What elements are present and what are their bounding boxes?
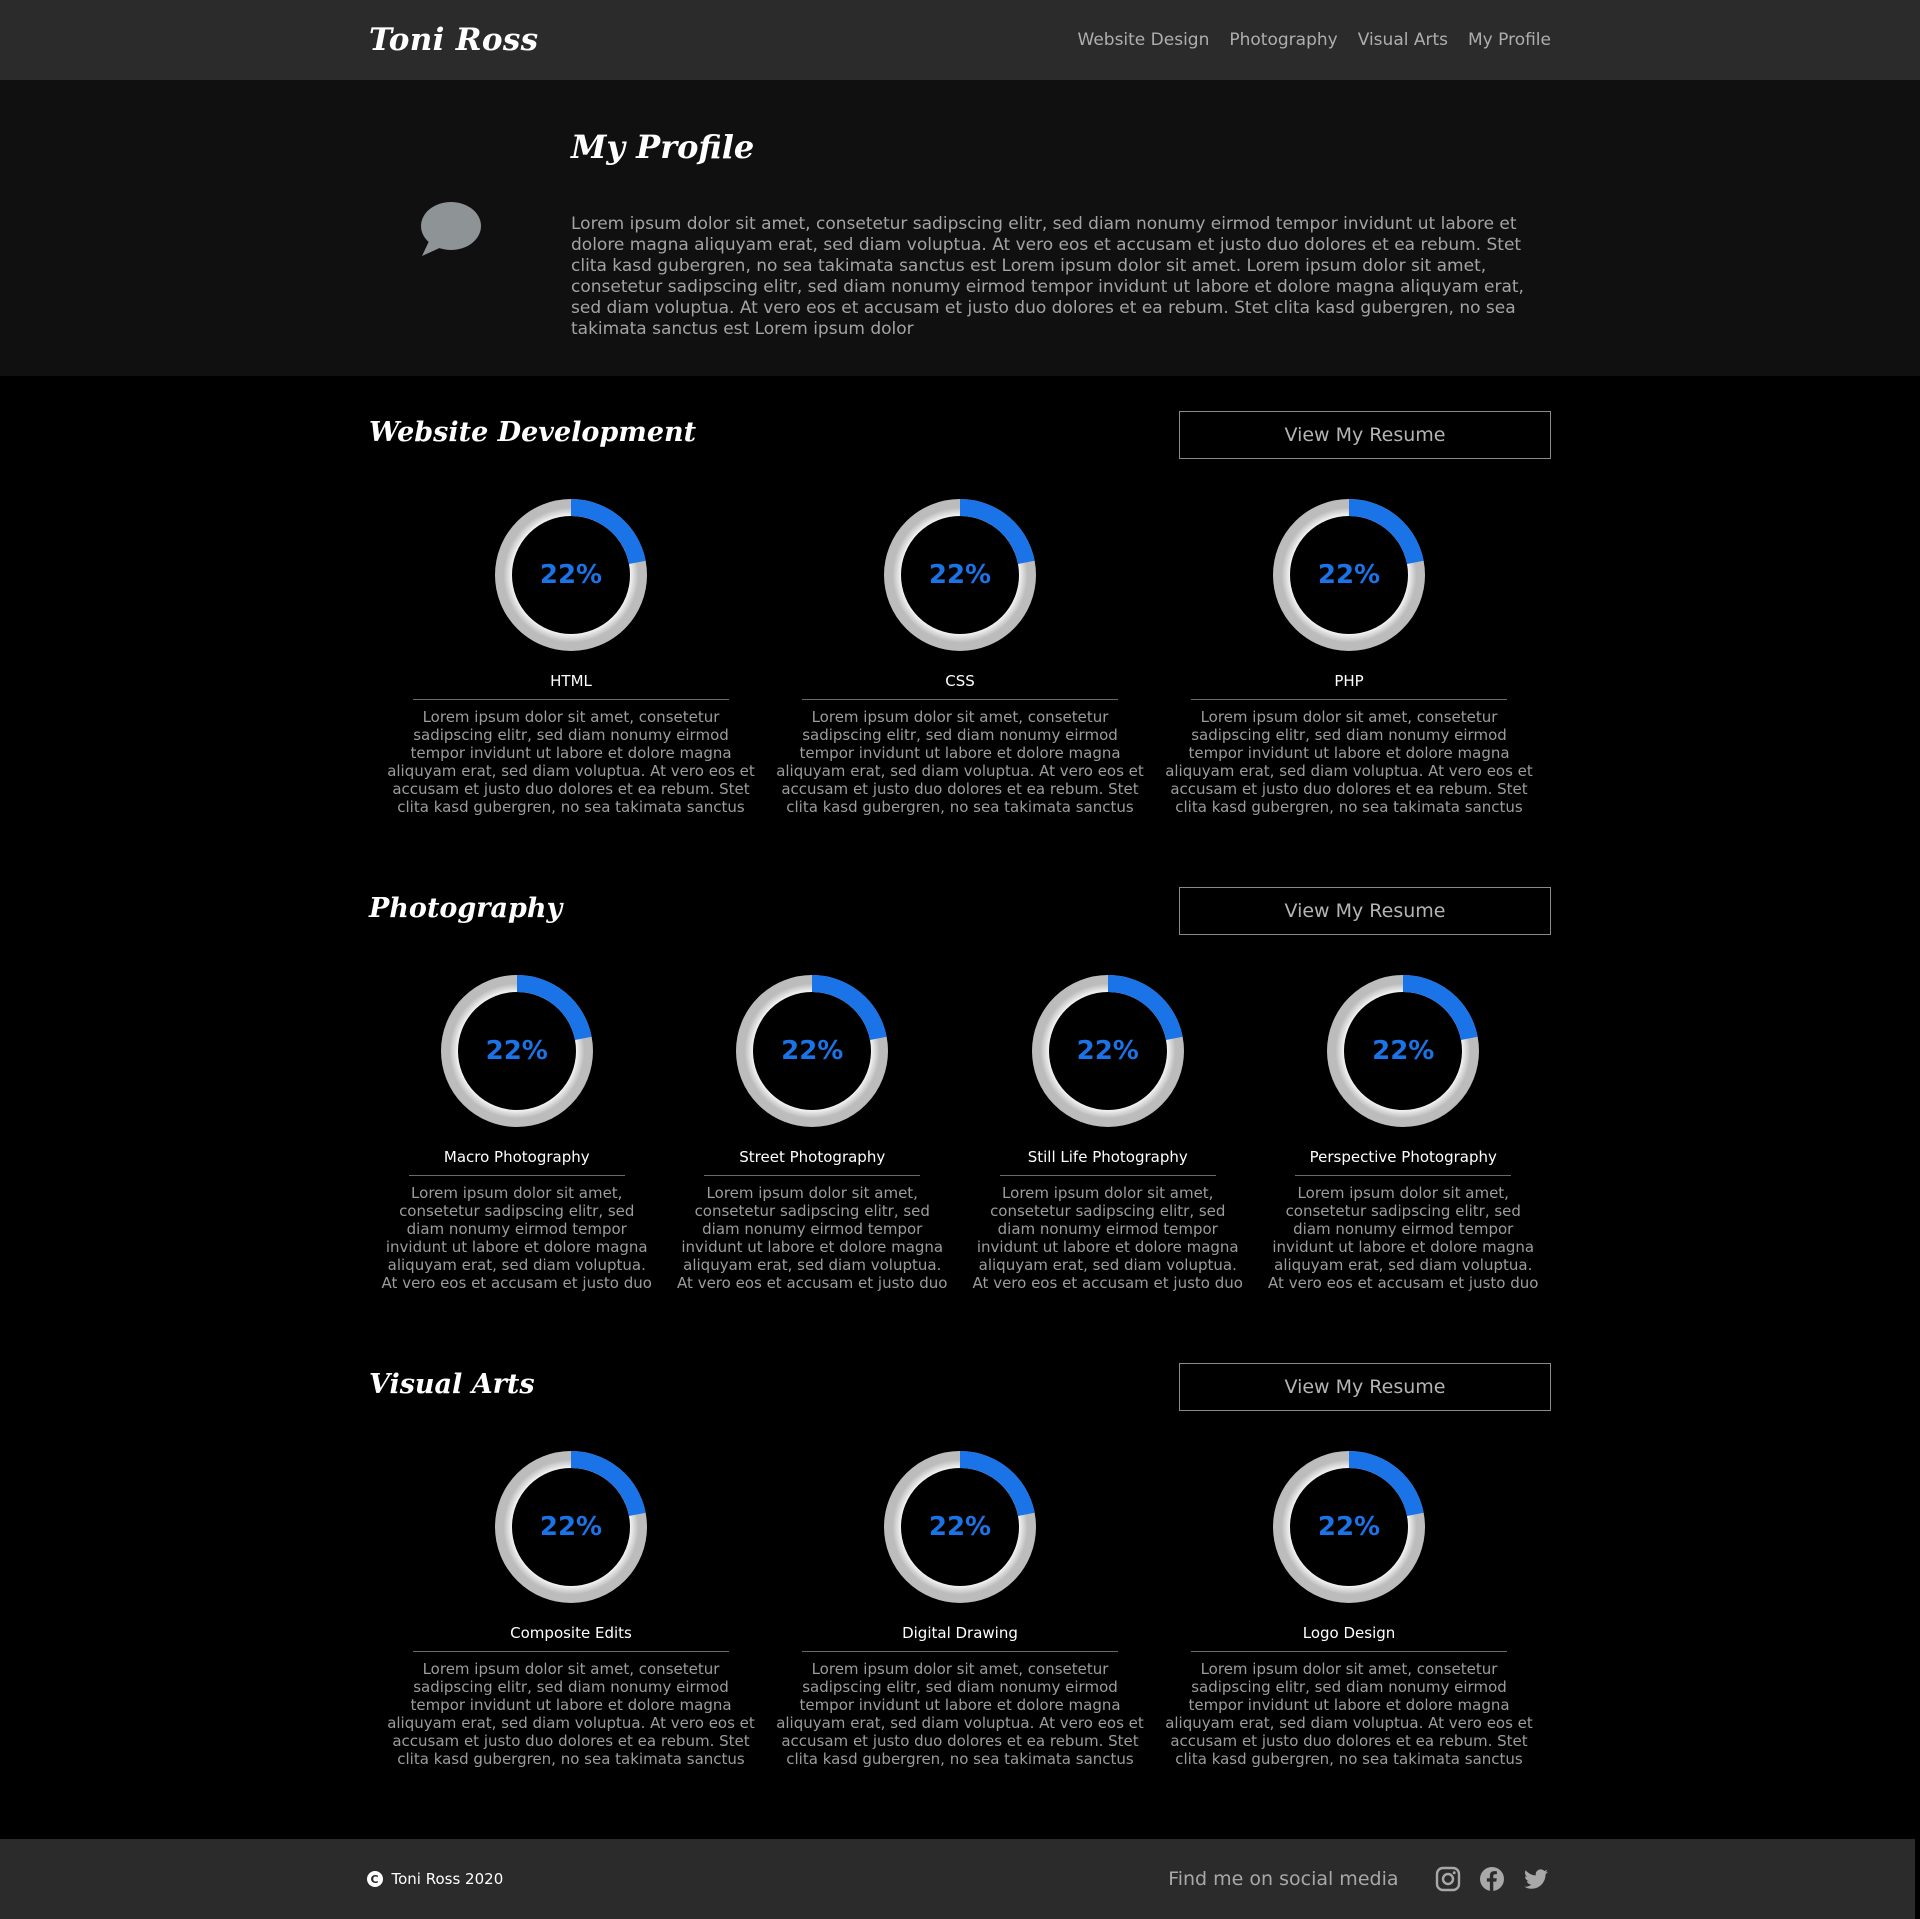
progress-ring: 22% (495, 499, 647, 651)
skill-description: Lorem ipsum dolor sit amet, consetetur s… (1165, 708, 1533, 816)
profile-section: My Profile Lorem ipsum dolor sit amet, c… (0, 80, 1920, 376)
skill-name: Perspective Photography (1309, 1148, 1497, 1166)
chat-bubble-icon (421, 202, 481, 256)
skill-description: Lorem ipsum dolor sit amet, consetetur s… (677, 1184, 948, 1292)
skill-name: CSS (945, 672, 975, 690)
skill-description: Lorem ipsum dolor sit amet, consetetur s… (776, 1660, 1144, 1768)
progress-ring: 22% (495, 1451, 647, 1603)
progress-percent: 22% (539, 1512, 603, 1542)
instagram-icon[interactable] (1435, 1866, 1461, 1892)
progress-ring: 22% (1327, 975, 1480, 1127)
skill-card: 22% Macro Photography Lorem ipsum dolor … (369, 975, 665, 1292)
divider (704, 1175, 921, 1176)
nav-photography[interactable]: Photography (1229, 30, 1337, 50)
skill-card: 22% Street Photography Lorem ipsum dolor… (665, 975, 961, 1292)
progress-ring: 22% (1031, 975, 1184, 1127)
skill-card: 22% HTML Lorem ipsum dolor sit amet, con… (369, 499, 773, 816)
skill-card: 22% Logo Design Lorem ipsum dolor sit am… (1147, 1451, 1551, 1768)
skill-description: Lorem ipsum dolor sit amet, consetetur s… (1165, 1660, 1533, 1768)
skill-name: Macro Photography (443, 1148, 590, 1166)
skill-card: 22% Digital Drawing Lorem ipsum dolor si… (758, 1451, 1162, 1768)
profile-description: Lorem ipsum dolor sit amet, consetetur s… (571, 214, 1524, 339)
progress-ring: 22% (440, 975, 593, 1127)
nav-my-profile[interactable]: My Profile (1468, 30, 1551, 50)
copyright: C Toni Ross 2020 (366, 1870, 504, 1888)
skill-card: 22% CSS Lorem ipsum dolor sit amet, cons… (758, 499, 1162, 816)
progress-ring: 22% (736, 975, 889, 1127)
skill-description: Lorem ipsum dolor sit amet, consetetur s… (972, 1184, 1243, 1292)
progress-ring: 22% (884, 1451, 1036, 1603)
facebook-icon[interactable] (1479, 1866, 1505, 1892)
site-header: Toni Ross Website Design Photography Vis… (0, 0, 1920, 80)
divider (1191, 1651, 1507, 1652)
view-resume-button[interactable]: View My Resume (1179, 411, 1551, 459)
skill-description: Lorem ipsum dolor sit amet, consetetur s… (1268, 1184, 1539, 1292)
skill-name: Digital Drawing (902, 1624, 1018, 1642)
skill-name: Still Life Photography (1027, 1148, 1188, 1166)
divider (802, 1651, 1118, 1652)
progress-ring: 22% (884, 499, 1036, 651)
social-text: Find me on social media (1168, 1868, 1399, 1890)
divider (1191, 699, 1507, 700)
profile-title: My Profile (571, 128, 755, 166)
section-photography: Photography View My Resume 22% Macro Pho… (0, 887, 1920, 1307)
divider (408, 1175, 625, 1176)
skill-name: HTML (550, 672, 592, 690)
skill-card: 22% Perspective Photography Lorem ipsum … (1256, 975, 1552, 1292)
skill-name: PHP (1334, 672, 1364, 690)
divider (413, 699, 729, 700)
skill-name: Composite Edits (510, 1624, 632, 1642)
progress-percent: 22% (1317, 560, 1381, 590)
copyright-text: Toni Ross 2020 (391, 1870, 504, 1888)
section-title: Photography (369, 893, 563, 924)
section-website-development: Website Development View My Resume 22% H… (0, 411, 1920, 831)
skill-name: Street Photography (739, 1148, 886, 1166)
social-links: Find me on social media (1168, 1866, 1548, 1892)
brand-logo[interactable]: Toni Ross (369, 22, 538, 58)
copyright-icon: C (366, 1871, 383, 1887)
divider (802, 699, 1118, 700)
twitter-icon[interactable] (1523, 1866, 1549, 1892)
progress-percent: 22% (1076, 1036, 1139, 1066)
progress-percent: 22% (928, 1512, 992, 1542)
site-footer: C Toni Ross 2020 Find me on social media (0, 1839, 1915, 1919)
skill-description: Lorem ipsum dolor sit amet, consetetur s… (387, 708, 755, 816)
progress-ring: 22% (1273, 1451, 1425, 1603)
progress-percent: 22% (781, 1036, 844, 1066)
view-resume-button[interactable]: View My Resume (1179, 887, 1551, 935)
section-title: Visual Arts (369, 1369, 535, 1400)
skill-name: Logo Design (1302, 1624, 1396, 1642)
progress-percent: 22% (928, 560, 992, 590)
skill-description: Lorem ipsum dolor sit amet, consetetur s… (776, 708, 1144, 816)
progress-percent: 22% (1372, 1036, 1435, 1066)
skill-description: Lorem ipsum dolor sit amet, consetetur s… (387, 1660, 755, 1768)
progress-percent: 22% (485, 1036, 548, 1066)
progress-ring: 22% (1273, 499, 1425, 651)
nav-website-design[interactable]: Website Design (1078, 30, 1210, 50)
progress-percent: 22% (1317, 1512, 1381, 1542)
skill-card: 22% Composite Edits Lorem ipsum dolor si… (369, 1451, 773, 1768)
section-visual-arts: Visual Arts View My Resume 22% Composite… (0, 1363, 1920, 1783)
divider (1295, 1175, 1512, 1176)
section-title: Website Development (369, 417, 697, 448)
skill-card: 22% Still Life Photography Lorem ipsum d… (960, 975, 1256, 1292)
progress-percent: 22% (539, 560, 603, 590)
nav-visual-arts[interactable]: Visual Arts (1358, 30, 1448, 50)
divider (413, 1651, 729, 1652)
main-nav: Website Design Photography Visual Arts M… (1078, 30, 1552, 50)
view-resume-button[interactable]: View My Resume (1179, 1363, 1551, 1411)
divider (999, 1175, 1216, 1176)
skill-description: Lorem ipsum dolor sit amet, consetetur s… (381, 1184, 652, 1292)
skill-card: 22% PHP Lorem ipsum dolor sit amet, cons… (1147, 499, 1551, 816)
